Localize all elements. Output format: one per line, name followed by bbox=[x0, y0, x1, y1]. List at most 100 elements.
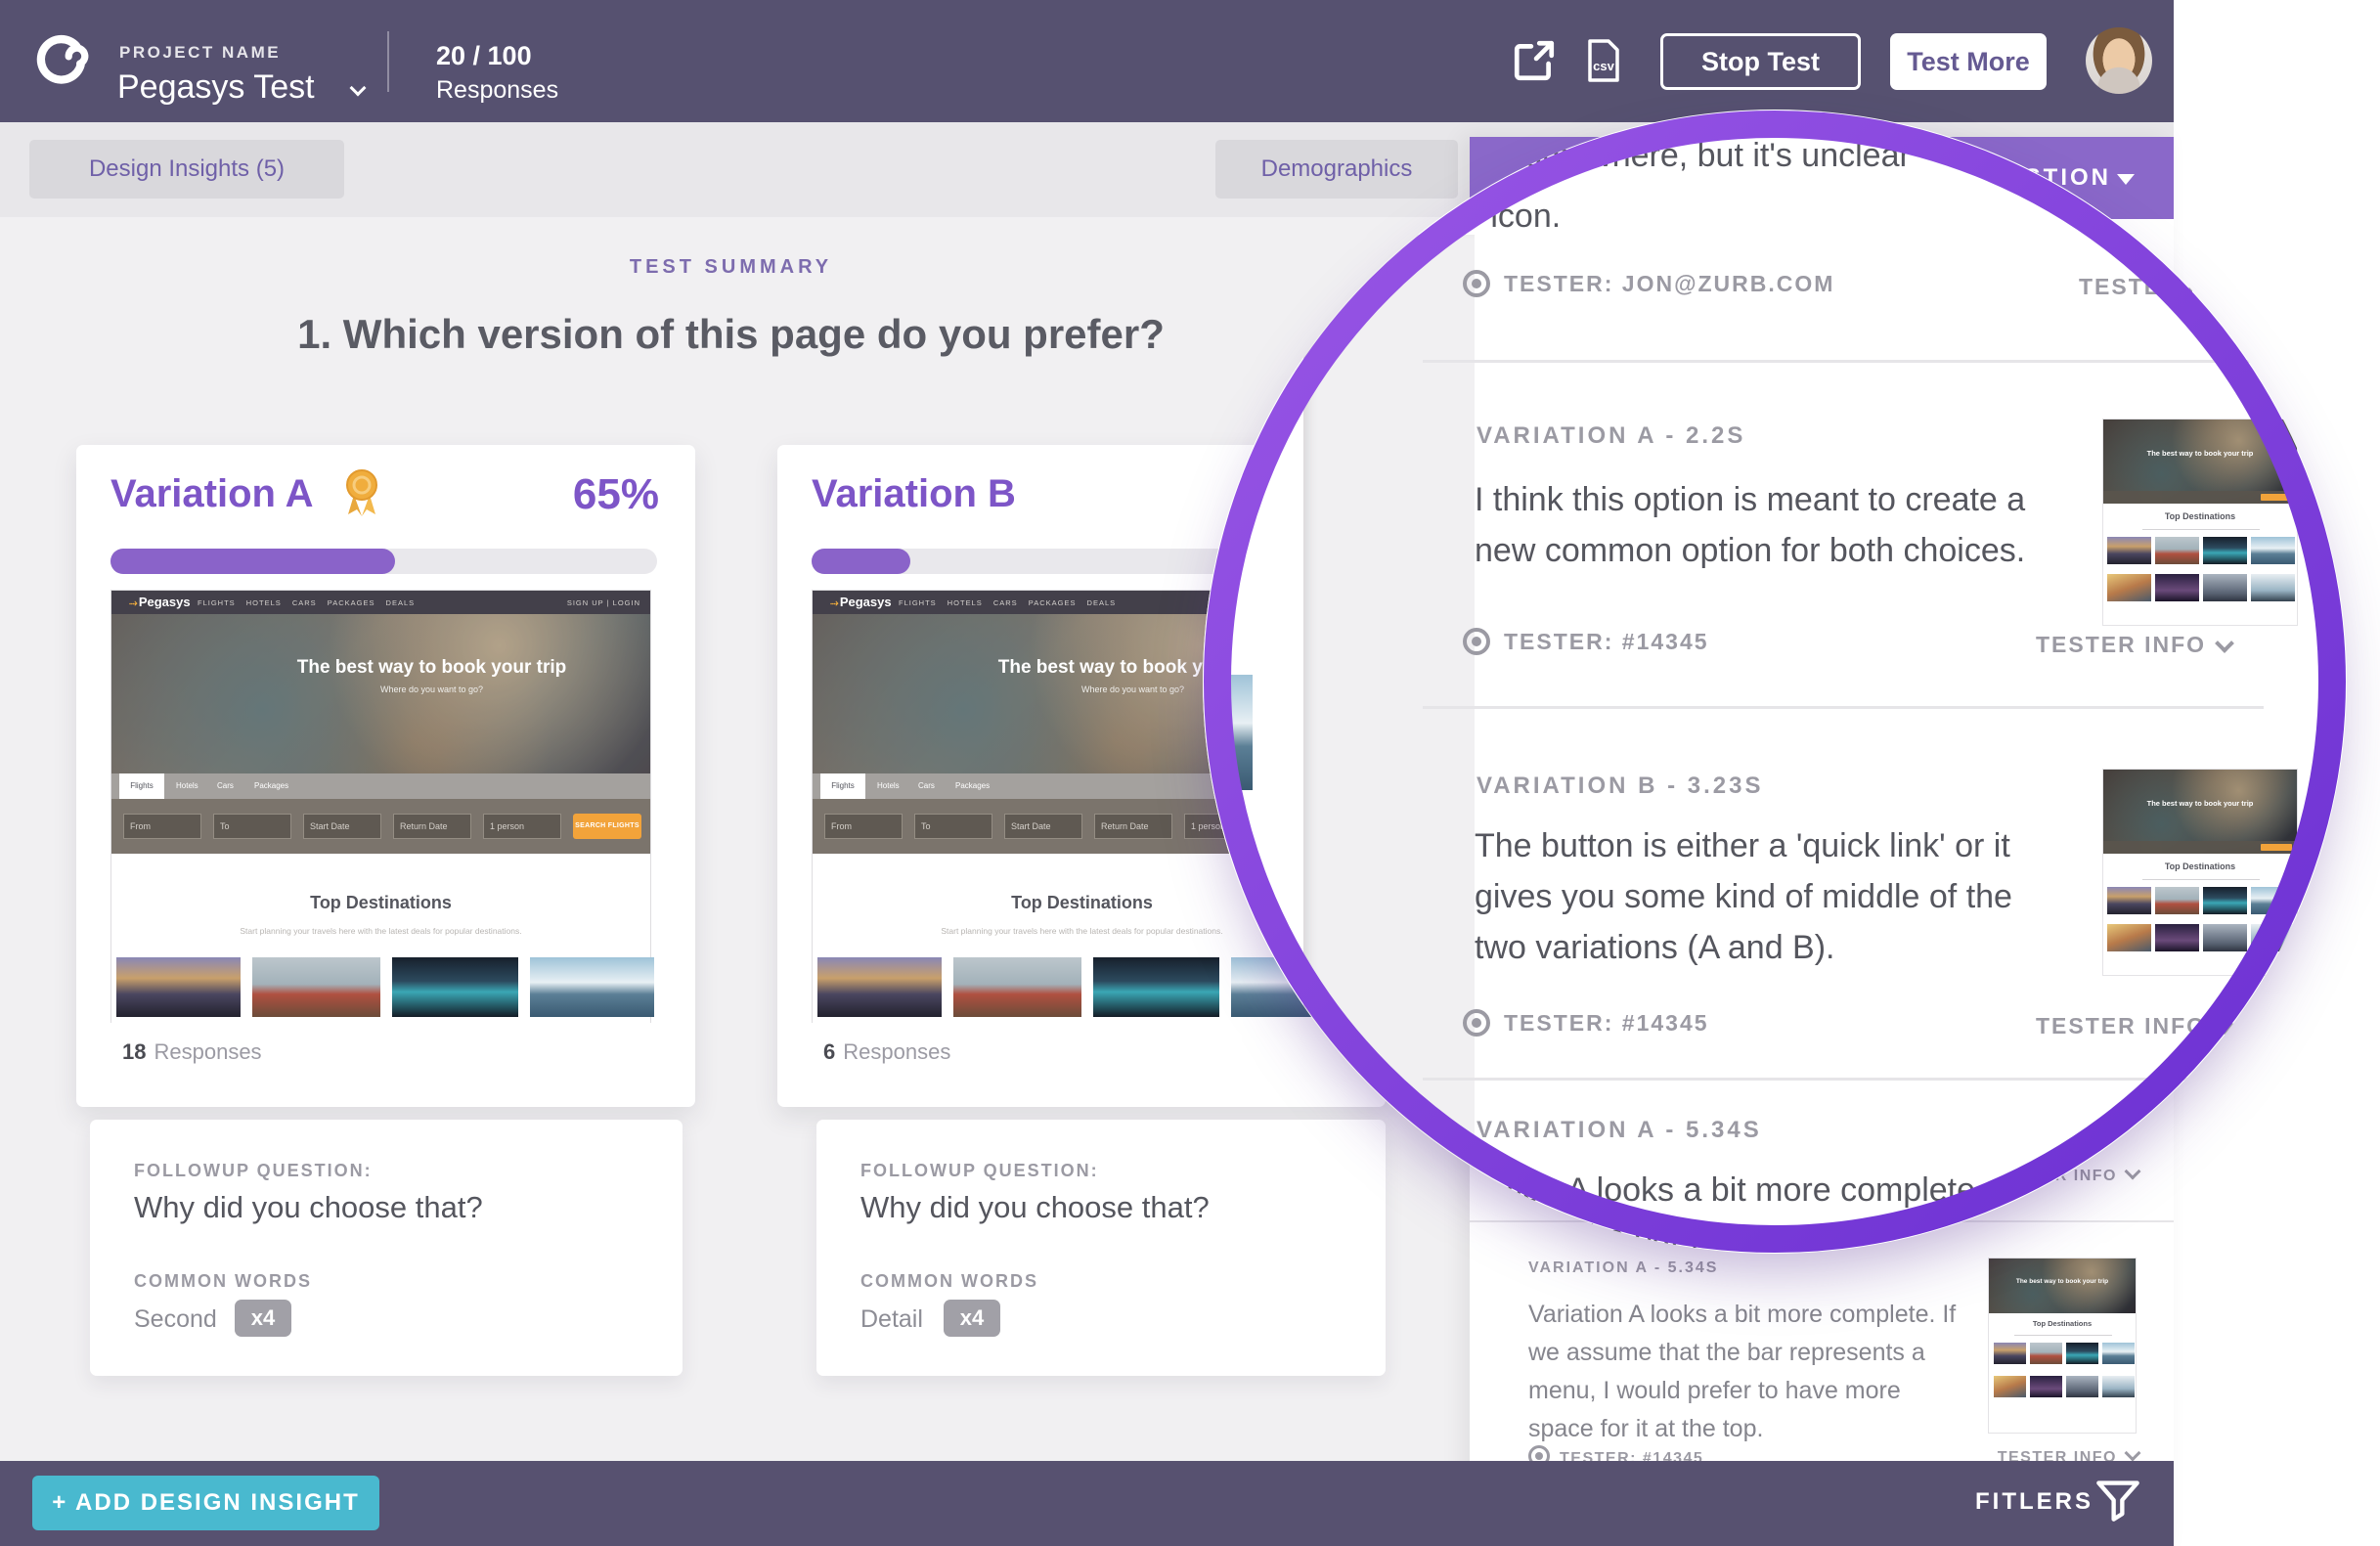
screenshot-canvas: PROJECT NAME Pegasys Test 20 / 100 Respo… bbox=[0, 0, 2380, 1546]
site-tab-hotels: Hotels bbox=[176, 773, 198, 799]
caption-line bbox=[2142, 529, 2260, 530]
followup-label: FOLLOWUP QUESTION: bbox=[860, 1161, 1099, 1181]
top-bar: PROJECT NAME Pegasys Test 20 / 100 Respo… bbox=[0, 0, 2174, 122]
site-search-button: SEARCH FLIGHTS bbox=[573, 814, 641, 839]
site-search-bar: From To Start Date Return Date 1 person … bbox=[111, 799, 650, 854]
magnified-comment-heading: VARIATION B - 3.23S bbox=[1476, 773, 1763, 800]
site-destinations-title: Top Destinations bbox=[2103, 511, 2297, 521]
caption-line bbox=[2014, 1335, 2112, 1336]
site-nav-links: FLIGHTS HOTELS CARS PACKAGES DEALS bbox=[198, 598, 415, 607]
eye-icon bbox=[1463, 270, 1490, 297]
variation-b-responses: 6Responses bbox=[823, 1039, 950, 1065]
csv-download-icon[interactable]: csv bbox=[1582, 37, 1625, 84]
site-field-return-date: Return Date bbox=[1094, 814, 1172, 839]
magnified-comment-line: two variations (A and B). bbox=[1475, 929, 1835, 967]
site-brand: ⤑Pegasys bbox=[129, 595, 191, 610]
magnified-tester-id: TESTER: #14345 bbox=[1463, 628, 1709, 655]
comment-text-line: space for it at the top. bbox=[1528, 1415, 1763, 1443]
destination-image bbox=[2066, 1376, 2098, 1397]
destination-image-concert bbox=[392, 957, 518, 1017]
destination-image bbox=[2155, 924, 2199, 951]
magnified-comment-line: gives you some kind of middle of the bbox=[1475, 878, 2012, 916]
site-tab-packages: Packages bbox=[254, 773, 288, 799]
site-hero-photo: The best way to book your trip bbox=[2103, 770, 2297, 854]
site-destinations-section: Top Destinations Start planning your tra… bbox=[111, 854, 650, 1024]
magnified-comment-heading: VARIATION A - 5.34S bbox=[1476, 1117, 1762, 1144]
site-search-bar bbox=[2103, 841, 2297, 854]
winner-medal-icon bbox=[340, 466, 383, 519]
common-word: Detail bbox=[860, 1305, 923, 1334]
destination-image bbox=[2030, 1343, 2062, 1364]
site-field-to: To bbox=[213, 814, 291, 839]
magnified-comment-line: new common option for both choices. bbox=[1475, 532, 2025, 570]
stop-test-button[interactable]: Stop Test bbox=[1660, 33, 1861, 90]
magnified-gap bbox=[1303, 235, 1475, 1254]
site-destinations-title: Top Destinations bbox=[2103, 861, 2297, 871]
destination-image bbox=[2203, 574, 2247, 601]
eye-icon bbox=[1463, 1009, 1490, 1037]
variation-b-progress-fill bbox=[812, 549, 910, 574]
site-tab-flights: Flights bbox=[119, 773, 164, 799]
common-words-label: COMMON WORDS bbox=[134, 1271, 312, 1292]
common-word-count-badge: x4 bbox=[944, 1300, 1000, 1337]
project-name-dropdown[interactable]: Pegasys Test bbox=[117, 68, 315, 107]
design-insights-button[interactable]: Design Insights (5) bbox=[29, 140, 344, 199]
destination-image-nyc bbox=[817, 957, 942, 1017]
site-tab-packages: Packages bbox=[955, 773, 990, 799]
followup-label: FOLLOWUP QUESTION: bbox=[134, 1161, 373, 1181]
destination-image-nyc bbox=[116, 957, 241, 1017]
destination-image bbox=[2102, 1343, 2135, 1364]
destination-image bbox=[2155, 574, 2199, 601]
test-more-button[interactable]: Test More bbox=[1890, 33, 2047, 90]
export-icon[interactable] bbox=[1511, 37, 1558, 84]
site-brand-icon: ⤑ bbox=[129, 597, 138, 609]
destination-image bbox=[2203, 887, 2247, 914]
chevron-down-icon bbox=[2215, 634, 2234, 653]
site-tab-hotels: Hotels bbox=[877, 773, 900, 799]
site-destinations-title: Top Destinations bbox=[1989, 1319, 2136, 1328]
site-search-button bbox=[2261, 494, 2292, 501]
destination-image bbox=[2155, 887, 2199, 914]
site-search-bar bbox=[2103, 491, 2297, 504]
destination-image bbox=[1994, 1343, 2026, 1364]
site-field-from: From bbox=[824, 814, 903, 839]
chevron-down-icon bbox=[2125, 1445, 2141, 1462]
filter-funnel-icon[interactable] bbox=[2094, 1477, 2141, 1524]
magnifier-lens: omewhere, but it's unclear e icon. TESTE… bbox=[1203, 110, 2347, 1254]
variation-a-percent: 65% bbox=[573, 470, 659, 519]
magnified-tester-info-toggle[interactable]: TESTER INFO bbox=[2036, 1013, 2231, 1039]
magnified-card-fragment bbox=[1203, 235, 1303, 1254]
chevron-down-icon[interactable] bbox=[350, 80, 367, 97]
helio-logo-icon bbox=[35, 33, 90, 88]
magnified-comment-partial: omewhere, but it's unclear bbox=[1523, 137, 1911, 175]
magnified-comment-line: The button is either a 'quick link' or i… bbox=[1475, 827, 2010, 865]
site-brand-icon: ⤑ bbox=[830, 597, 839, 609]
site-auth-links: SIGN UP | LOGIN bbox=[567, 598, 640, 607]
variation-a-title: Variation A bbox=[110, 472, 313, 516]
magnified-tester-id: TESTER: #14345 bbox=[1463, 1009, 1709, 1037]
site-tab-cars: Cars bbox=[217, 773, 234, 799]
destination-image-concert bbox=[1093, 957, 1219, 1017]
common-word-count-badge: x4 bbox=[235, 1300, 291, 1337]
destination-image bbox=[2107, 574, 2151, 601]
comment-text-line: Variation A looks a bit more complete. I… bbox=[1528, 1301, 1956, 1329]
destination-image bbox=[2203, 924, 2247, 951]
magnified-tester-info-toggle[interactable]: TESTER INFO bbox=[2036, 632, 2231, 658]
magnified-tester-info-toggle[interactable]: TESTER INFO bbox=[2079, 274, 2274, 300]
comment-text-line: we assume that the bar represents a bbox=[1528, 1339, 1925, 1367]
avatar[interactable] bbox=[2086, 27, 2152, 94]
site-tab-flights: Flights bbox=[820, 773, 865, 799]
responses-count-label: Responses bbox=[436, 76, 558, 105]
add-design-insight-button[interactable]: + ADD DESIGN INSIGHT bbox=[32, 1476, 379, 1530]
destination-image-bridge bbox=[252, 957, 380, 1017]
magnified-comment-partial: tion A looks a bit more complete bbox=[1506, 1171, 1975, 1210]
site-hero-title: The best way to book your trip bbox=[213, 657, 650, 679]
destination-image bbox=[2102, 1376, 2135, 1397]
destination-image bbox=[2107, 537, 2151, 564]
site-nav-links: FLIGHTS HOTELS CARS PACKAGES DEALS bbox=[899, 598, 1116, 607]
site-tab-cars: Cars bbox=[918, 773, 935, 799]
site-field-persons: 1 person bbox=[483, 814, 561, 839]
site-hero-photo: The best way to book your trip bbox=[2103, 420, 2297, 504]
site-field-start-date: Start Date bbox=[303, 814, 381, 839]
variation-a-progress-fill bbox=[110, 549, 395, 574]
